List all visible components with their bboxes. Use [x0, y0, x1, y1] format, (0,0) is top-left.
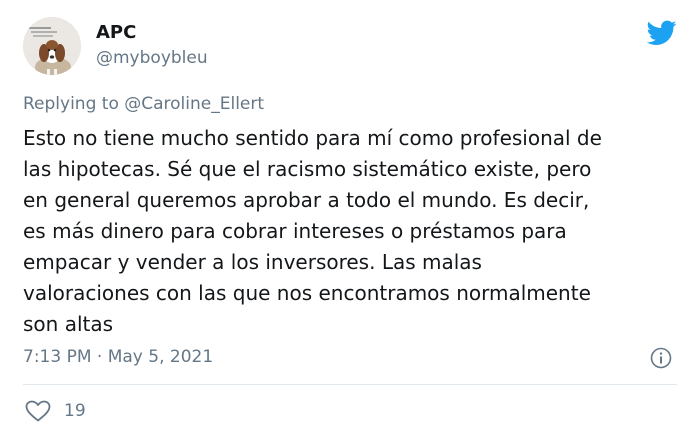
reply-context: Replying to @Caroline_Ellert — [23, 93, 264, 115]
divider — [23, 384, 677, 385]
meta-separator: · — [96, 347, 103, 367]
tweet-body-line: las hipotecas. Sé que el racismo sistemá… — [23, 157, 592, 181]
tweet-time: 7:13 PM — [23, 347, 92, 367]
tweet-body-line: es más dinero para cobrar intereses o pr… — [23, 219, 567, 243]
tweet-body-line: en general queremos aprobar a todo el mu… — [23, 188, 590, 212]
dog-avatar-icon[interactable] — [23, 17, 81, 75]
twitter-bird-icon[interactable] — [646, 20, 677, 46]
author-display-name[interactable]: APC — [96, 22, 136, 44]
tweet-body-line: empacar y vender a los inversores. Las m… — [23, 250, 482, 274]
tweet-body-line: son altas — [23, 312, 114, 336]
tweet-card: APC @myboybleu Replying to @Caroline_Ell… — [0, 0, 700, 439]
tweet-body-line: valoraciones con las que nos encontramos… — [23, 281, 591, 305]
info-icon[interactable] — [650, 347, 672, 369]
heart-icon[interactable] — [25, 400, 51, 422]
reply-mention-link[interactable]: @Caroline_Ellert — [124, 94, 264, 114]
reply-prefix: Replying to — [23, 94, 119, 114]
tweet-timestamp[interactable]: 7:13 PM · May 5, 2021 — [23, 346, 213, 368]
tweet-body: Esto no tiene mucho sentido para mí como… — [23, 123, 683, 340]
tweet-body-line: Esto no tiene mucho sentido para mí como… — [23, 126, 602, 150]
tweet-date: May 5, 2021 — [107, 347, 214, 367]
like-count[interactable]: 19 — [64, 400, 86, 422]
author-handle[interactable]: @myboybleu — [96, 47, 208, 69]
